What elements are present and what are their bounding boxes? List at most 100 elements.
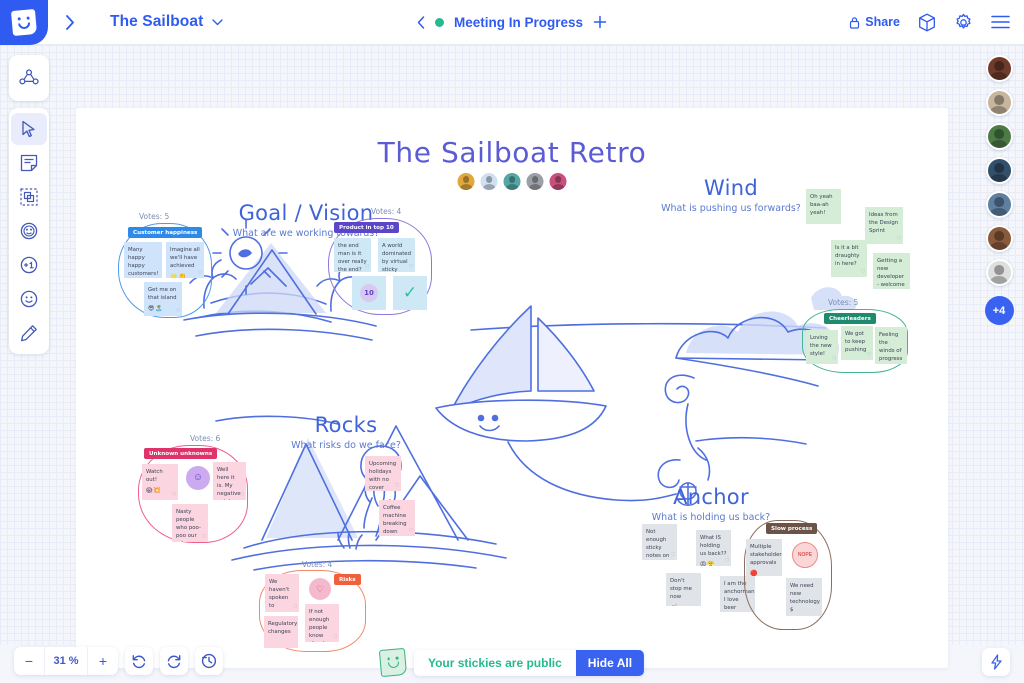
add-meeting-button[interactable]	[593, 15, 607, 29]
sticky-note[interactable]: Upcoming holidays with no cover ◌	[365, 456, 401, 491]
sticky-note[interactable]: A world dominated by virtual sticky note…	[378, 238, 415, 272]
section-heading-anchor: Anchor What is holding us back?	[621, 485, 801, 523]
sticky-note[interactable]: Feeling the winds of progress in my hair	[875, 327, 907, 364]
sticky-emoji: 😡😤	[700, 561, 716, 566]
gear-icon[interactable]	[954, 13, 973, 32]
group-select-icon[interactable]	[11, 181, 47, 213]
cursor-icon[interactable]	[11, 113, 47, 145]
sticky-text: Loving the new style!	[810, 335, 832, 358]
sticky-corner-icon: ◌	[897, 236, 901, 242]
share-button[interactable]: Share	[849, 15, 900, 29]
sticky-text: What IS holding us back??	[700, 535, 727, 558]
canvas-background[interactable]: The Sailboat Retro Goal / Vision What ar…	[0, 45, 1024, 668]
hamburger-menu-icon[interactable]	[991, 15, 1010, 29]
sticky-corner-icon: ◌	[671, 552, 675, 558]
hide-all-button[interactable]: Hide All	[575, 649, 645, 676]
sticky-note[interactable]: Multiple stakeholder approvals 🔴	[746, 539, 782, 576]
sticky-corner-icon: ◌	[176, 308, 180, 314]
package-icon[interactable]	[918, 13, 936, 32]
sticky-note[interactable]: We got to keep pushing ◌	[841, 326, 873, 360]
plus-one-icon[interactable]	[11, 249, 47, 281]
section-question: What is pushing us forwards?	[661, 203, 801, 214]
avatar[interactable]	[985, 55, 1013, 82]
sticky-note[interactable]: We need new technology $	[786, 578, 822, 616]
app-logo[interactable]	[0, 0, 48, 45]
sticky-text: Ideas from the Design Sprint	[869, 212, 899, 235]
avatar-overflow-badge[interactable]: +4	[984, 296, 1014, 325]
top-bar: The Sailboat Meeting In Progress Share	[0, 0, 1024, 45]
sticky-note[interactable]: Is it a bit draughty in here? ◌	[831, 240, 867, 277]
zoom-out-button[interactable]: −	[14, 647, 44, 675]
avatar[interactable]	[985, 259, 1013, 286]
sticky-note[interactable]: Not enough sticky notes on our boards! ◌	[642, 524, 677, 560]
sticky-note[interactable]: Ideas from the Design Sprint ◌	[865, 207, 903, 244]
sticky-emoji: 🔴	[750, 570, 759, 576]
sticky-text: If not enough people know about sticky n…	[309, 609, 330, 642]
nope-stamp[interactable]: NOPE	[792, 542, 818, 568]
cluster-label-slow-process[interactable]: Slow process	[766, 523, 818, 534]
vote-count-badge-note[interactable]: 10	[352, 276, 386, 310]
stamp-icon[interactable]	[11, 215, 47, 247]
avatar[interactable]	[985, 191, 1013, 218]
avatar[interactable]	[985, 157, 1013, 184]
undo-button[interactable]	[125, 647, 153, 675]
sticky-note[interactable]: We haven't spoken to anyone from DevOps …	[265, 574, 299, 612]
sticky-note[interactable]: What IS holding us back?? 😡😤 ◌	[696, 530, 731, 566]
sticky-emoji: 🎸	[670, 603, 697, 606]
zoom-in-button[interactable]: +	[88, 647, 118, 675]
sticky-note[interactable]: Many happy happy customers! 😍	[124, 242, 162, 278]
pen-icon[interactable]	[11, 317, 47, 349]
sticky-text: Coffee machine breaking down	[383, 505, 407, 536]
sticky-note[interactable]: Well here it is. My negative point 😠 ◌	[213, 462, 246, 500]
sticky-note[interactable]: Getting a new developer - welcome Joe!	[873, 253, 910, 289]
sticky-note[interactable]: Coffee machine breaking down ◌	[379, 500, 415, 536]
visibility-pill: Your stickies are public Hide All	[413, 649, 645, 676]
reaction-stamp[interactable]: ☺	[186, 466, 210, 490]
sticky-text: We need new technology $	[790, 583, 820, 614]
sticky-note[interactable]: Imagine all we'll have achieved 🌟👏 ◌	[166, 242, 204, 278]
meeting-status-label[interactable]: Meeting In Progress	[454, 15, 583, 30]
visibility-label: Your stickies are public	[427, 655, 562, 670]
zoom-level-label[interactable]: 31 %	[44, 647, 88, 675]
approved-check-note[interactable]: ✓	[393, 276, 427, 310]
sticky-note[interactable]: If not enough people know about sticky n…	[305, 604, 339, 642]
sticky-note[interactable]: Watch out! 😱💥 ◌	[142, 464, 178, 500]
avatar[interactable]	[985, 123, 1013, 150]
sticky-note[interactable]: the end man is it over really the end? 🙌…	[334, 238, 371, 272]
avatar[interactable]	[985, 89, 1013, 116]
sticky-note-icon[interactable]	[11, 147, 47, 179]
sticky-note[interactable]: Nasty people who poo-poo our release 💢 ◌	[172, 504, 208, 542]
redo-button[interactable]	[160, 647, 188, 675]
participants-icon[interactable]	[11, 62, 47, 94]
cluster-label-customer-happiness[interactable]: Customer happiness	[128, 227, 203, 238]
meeting-back-chevron-icon[interactable]	[417, 15, 425, 29]
section-title: Anchor	[673, 485, 749, 509]
sticky-corner-icon: ◌	[293, 604, 297, 610]
sticky-text: Not enough sticky notes on our boards!	[646, 529, 670, 560]
sticky-note[interactable]: Loving the new style! ◌	[806, 330, 838, 364]
sticky-text: Many happy happy customers!	[128, 247, 159, 278]
sticky-note[interactable]: Get me on that island 😎🏝️ ◌	[144, 282, 182, 316]
avatar[interactable]	[985, 225, 1013, 252]
meeting-status-group: Meeting In Progress	[417, 15, 607, 30]
cluster-label-product-top-10[interactable]: Product in top 10	[334, 222, 399, 233]
votes-label-customer-happiness: Votes: 5	[139, 212, 170, 221]
board-title[interactable]: The Sailboat	[110, 13, 203, 31]
quick-actions-button[interactable]	[982, 648, 1010, 676]
sticky-corner-icon: ◌	[832, 356, 836, 362]
sticky-note[interactable]: Don't stop me now 🎸	[666, 573, 701, 606]
cluster-label-cheerleaders[interactable]: Cheerleaders	[824, 313, 876, 324]
sidebar-expand-button[interactable]	[48, 0, 92, 45]
sticky-text: Feeling the winds of progress in my hair	[879, 332, 903, 363]
sticky-note[interactable]: Oh yeah baa-ah yeah!	[806, 189, 841, 224]
sticky-note[interactable]: Regulatory changes	[264, 616, 298, 648]
board-title-chevron-down-icon[interactable]	[212, 18, 224, 26]
cluster-label-risks[interactable]: Risks	[334, 574, 361, 585]
reaction-stamp[interactable]: ♡	[309, 578, 331, 600]
history-button[interactable]	[195, 647, 223, 675]
sticky-text: Is it a bit draughty in here?	[835, 245, 860, 268]
reaction-icon[interactable]	[11, 283, 47, 315]
whiteboard[interactable]: The Sailboat Retro Goal / Vision What ar…	[76, 108, 948, 668]
cluster-label-unknown-unknowns[interactable]: Unknown unknowns	[144, 448, 218, 459]
sticky-logo-icon	[10, 8, 38, 36]
